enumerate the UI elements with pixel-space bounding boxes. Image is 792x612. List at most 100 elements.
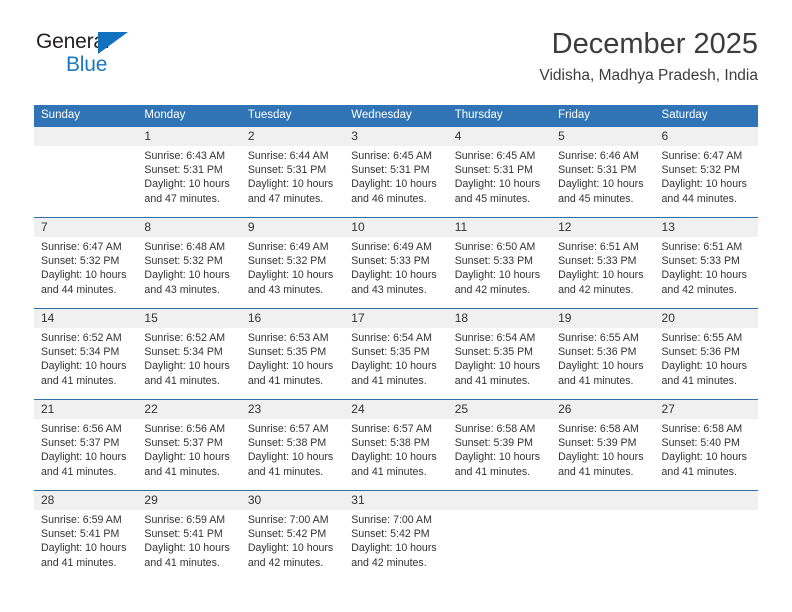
- day-cell[interactable]: 14 Sunrise: 6:52 AM Sunset: 5:34 PM Dayl…: [34, 308, 138, 400]
- day-cell[interactable]: 30 Sunrise: 7:00 AM Sunset: 5:42 PM Dayl…: [240, 490, 345, 581]
- day-cell[interactable]: 20 Sunrise: 6:55 AM Sunset: 5:36 PM Dayl…: [654, 308, 758, 400]
- daylight-line1: Daylight: 10 hours: [351, 269, 437, 282]
- daylight-line1: Daylight: 10 hours: [558, 178, 644, 191]
- day-cell[interactable]: 17 Sunrise: 6:54 AM Sunset: 5:35 PM Dayl…: [344, 308, 448, 400]
- day-cell[interactable]: 8 Sunrise: 6:48 AM Sunset: 5:32 PM Dayli…: [137, 217, 241, 309]
- day-details: Sunrise: 6:45 AM Sunset: 5:31 PM Dayligh…: [448, 146, 551, 206]
- day-cell[interactable]: 11 Sunrise: 6:50 AM Sunset: 5:33 PM Dayl…: [447, 217, 552, 309]
- day-number: 30: [240, 491, 345, 510]
- day-cell[interactable]: 7 Sunrise: 6:47 AM Sunset: 5:32 PM Dayli…: [34, 217, 138, 309]
- day-details: Sunrise: 6:44 AM Sunset: 5:31 PM Dayligh…: [241, 146, 344, 206]
- day-details: Sunrise: 6:58 AM Sunset: 5:40 PM Dayligh…: [655, 419, 758, 479]
- day-details: [551, 510, 654, 513]
- day-details: [655, 510, 758, 513]
- day-cell[interactable]: 9 Sunrise: 6:49 AM Sunset: 5:32 PM Dayli…: [240, 217, 345, 309]
- day-cell[interactable]: 21 Sunrise: 6:56 AM Sunset: 5:37 PM Dayl…: [34, 399, 138, 491]
- day-number: 16: [240, 309, 345, 328]
- day-number: 19: [551, 309, 655, 328]
- day-details: Sunrise: 7:00 AM Sunset: 5:42 PM Dayligh…: [344, 510, 447, 570]
- calendar-page: General Blue December 2025 Vidisha, Madh…: [0, 0, 792, 612]
- day-number: [654, 491, 758, 510]
- day-details: Sunrise: 6:57 AM Sunset: 5:38 PM Dayligh…: [344, 419, 447, 479]
- day-cell[interactable]: 25 Sunrise: 6:58 AM Sunset: 5:39 PM Dayl…: [447, 399, 552, 491]
- weekday-header-sunday: Sunday: [34, 105, 138, 127]
- sunrise-text: Sunrise: 6:51 AM: [661, 241, 743, 253]
- day-cell[interactable]: 13 Sunrise: 6:51 AM Sunset: 5:33 PM Dayl…: [654, 217, 758, 309]
- day-cell[interactable]: [654, 490, 758, 581]
- daylight-line2: and 41 minutes.: [661, 374, 737, 387]
- generalblue-logo[interactable]: General Blue: [36, 30, 166, 86]
- day-cell[interactable]: 10 Sunrise: 6:49 AM Sunset: 5:33 PM Dayl…: [344, 217, 448, 309]
- sunrise-text: Sunrise: 7:00 AM: [351, 514, 432, 526]
- daylight-line2: and 45 minutes.: [558, 192, 634, 205]
- day-cell[interactable]: 16 Sunrise: 6:53 AM Sunset: 5:35 PM Dayl…: [240, 308, 345, 400]
- week-row: 21 Sunrise: 6:56 AM Sunset: 5:37 PM Dayl…: [34, 399, 758, 491]
- daylight-line1: Daylight: 10 hours: [558, 269, 644, 282]
- day-details: Sunrise: 6:55 AM Sunset: 5:36 PM Dayligh…: [655, 328, 758, 388]
- sunset-text: Sunset: 5:31 PM: [454, 164, 534, 177]
- sunrise-text: Sunrise: 6:45 AM: [351, 150, 432, 162]
- day-cell[interactable]: [551, 490, 655, 581]
- day-cell[interactable]: 4 Sunrise: 6:45 AM Sunset: 5:31 PM Dayli…: [447, 127, 552, 218]
- day-details: Sunrise: 6:47 AM Sunset: 5:32 PM Dayligh…: [655, 146, 758, 206]
- day-details: Sunrise: 6:54 AM Sunset: 5:35 PM Dayligh…: [448, 328, 551, 388]
- daylight-line2: and 43 minutes.: [351, 283, 427, 296]
- daylight-line2: and 41 minutes.: [558, 374, 634, 387]
- daylight-line1: Daylight: 10 hours: [454, 360, 541, 373]
- day-number: [34, 127, 138, 146]
- day-cell[interactable]: 22 Sunrise: 6:56 AM Sunset: 5:37 PM Dayl…: [137, 399, 241, 491]
- day-number: 28: [34, 491, 138, 510]
- day-cell[interactable]: 29 Sunrise: 6:59 AM Sunset: 5:41 PM Dayl…: [137, 490, 241, 581]
- day-cell[interactable]: 31 Sunrise: 7:00 AM Sunset: 5:42 PM Dayl…: [344, 490, 448, 581]
- day-number: 18: [447, 309, 552, 328]
- sunset-text: Sunset: 5:33 PM: [454, 255, 534, 268]
- day-cell[interactable]: 1 Sunrise: 6:43 AM Sunset: 5:31 PM Dayli…: [137, 127, 241, 218]
- day-cell[interactable]: 3 Sunrise: 6:45 AM Sunset: 5:31 PM Dayli…: [344, 127, 448, 218]
- day-details: Sunrise: 6:50 AM Sunset: 5:33 PM Dayligh…: [448, 237, 551, 297]
- sunrise-text: Sunrise: 6:51 AM: [558, 241, 639, 253]
- daylight-line2: and 47 minutes.: [144, 192, 220, 205]
- day-number: 5: [551, 127, 655, 146]
- day-cell[interactable]: 15 Sunrise: 6:52 AM Sunset: 5:34 PM Dayl…: [137, 308, 241, 400]
- day-details: Sunrise: 6:59 AM Sunset: 5:41 PM Dayligh…: [34, 510, 137, 570]
- day-details: Sunrise: 6:47 AM Sunset: 5:32 PM Dayligh…: [34, 237, 137, 297]
- day-cell[interactable]: 19 Sunrise: 6:55 AM Sunset: 5:36 PM Dayl…: [551, 308, 655, 400]
- day-number: 21: [34, 400, 138, 419]
- daylight-line1: Daylight: 10 hours: [454, 269, 541, 282]
- daylight-line1: Daylight: 10 hours: [661, 178, 747, 191]
- week-row: 1 Sunrise: 6:43 AM Sunset: 5:31 PM Dayli…: [34, 127, 758, 218]
- day-details: Sunrise: 6:53 AM Sunset: 5:35 PM Dayligh…: [241, 328, 344, 388]
- sunset-text: Sunset: 5:38 PM: [247, 437, 327, 450]
- day-details: [448, 510, 551, 513]
- day-details: Sunrise: 6:52 AM Sunset: 5:34 PM Dayligh…: [34, 328, 137, 388]
- daylight-line2: and 41 minutes.: [41, 374, 117, 387]
- sunrise-text: Sunrise: 6:58 AM: [558, 423, 639, 435]
- day-cell[interactable]: 12 Sunrise: 6:51 AM Sunset: 5:33 PM Dayl…: [551, 217, 655, 309]
- title-block: December 2025 Vidisha, Madhya Pradesh, I…: [539, 26, 758, 87]
- day-cell[interactable]: 5 Sunrise: 6:46 AM Sunset: 5:31 PM Dayli…: [551, 127, 655, 218]
- sunrise-text: Sunrise: 6:57 AM: [247, 423, 329, 435]
- page-title: December 2025: [551, 28, 758, 60]
- day-cell[interactable]: [34, 127, 138, 218]
- daylight-line1: Daylight: 10 hours: [247, 360, 334, 373]
- day-cell[interactable]: 27 Sunrise: 6:58 AM Sunset: 5:40 PM Dayl…: [654, 399, 758, 491]
- day-number: 10: [344, 218, 448, 237]
- page-header: General Blue December 2025 Vidisha, Madh…: [34, 26, 758, 98]
- day-number: 23: [240, 400, 345, 419]
- sunset-text: Sunset: 5:31 PM: [247, 164, 327, 177]
- daylight-line1: Daylight: 10 hours: [558, 360, 644, 373]
- day-cell[interactable]: 26 Sunrise: 6:58 AM Sunset: 5:39 PM Dayl…: [551, 399, 655, 491]
- day-cell[interactable]: [447, 490, 552, 581]
- day-number: 22: [137, 400, 241, 419]
- weekday-header-thursday: Thursday: [447, 105, 552, 127]
- day-cell[interactable]: 23 Sunrise: 6:57 AM Sunset: 5:38 PM Dayl…: [240, 399, 345, 491]
- day-details: Sunrise: 6:54 AM Sunset: 5:35 PM Dayligh…: [344, 328, 447, 388]
- day-cell[interactable]: 28 Sunrise: 6:59 AM Sunset: 5:41 PM Dayl…: [34, 490, 138, 581]
- day-cell[interactable]: 2 Sunrise: 6:44 AM Sunset: 5:31 PM Dayli…: [240, 127, 345, 218]
- daylight-line2: and 41 minutes.: [247, 374, 324, 387]
- day-cell[interactable]: 24 Sunrise: 6:57 AM Sunset: 5:38 PM Dayl…: [344, 399, 448, 491]
- day-cell[interactable]: 18 Sunrise: 6:54 AM Sunset: 5:35 PM Dayl…: [447, 308, 552, 400]
- day-cell[interactable]: 6 Sunrise: 6:47 AM Sunset: 5:32 PM Dayli…: [654, 127, 758, 218]
- daylight-line2: and 47 minutes.: [247, 192, 324, 205]
- daylight-line1: Daylight: 10 hours: [144, 269, 230, 282]
